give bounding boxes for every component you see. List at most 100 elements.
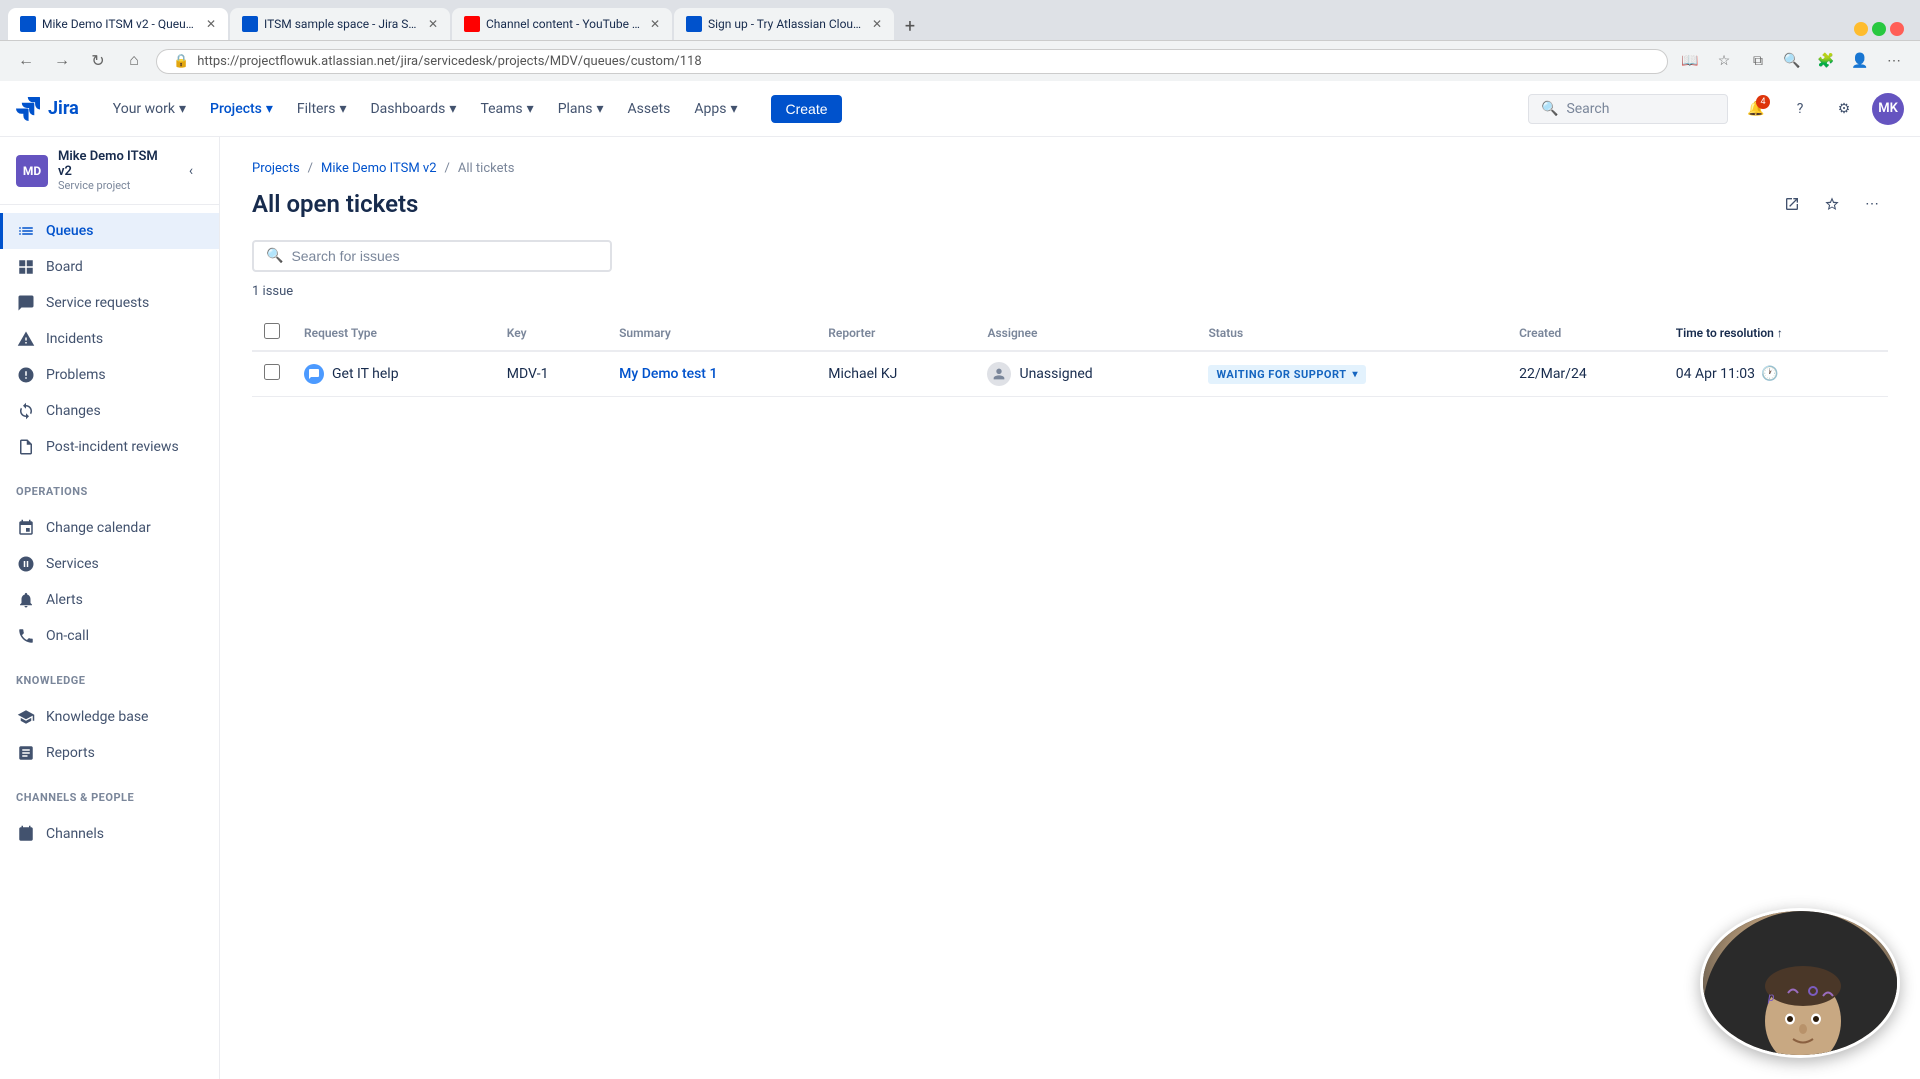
tab-favicon-3 [464, 16, 480, 32]
sidebar-item-label-change-calendar: Change calendar [46, 520, 151, 536]
reader-mode-icon[interactable]: 📖 [1676, 47, 1704, 75]
address-bar[interactable]: 🔒 https://projectflowuk.atlassian.net/ji… [156, 49, 1668, 74]
services-icon [16, 554, 36, 574]
nav-dashboards[interactable]: Dashboards ▾ [360, 95, 466, 123]
sidebar-item-label-board: Board [46, 259, 83, 275]
profile-icon[interactable]: 👤 [1846, 47, 1874, 75]
col-created[interactable]: Created [1507, 315, 1664, 351]
col-request-type[interactable]: Request Type [292, 315, 495, 351]
issue-link[interactable]: My Demo test 1 [619, 366, 717, 382]
topbar-nav: Your work ▾ Projects ▾ Filters ▾ Dashboa… [103, 95, 748, 123]
tab-close-3[interactable]: ✕ [650, 17, 660, 31]
home-button[interactable]: ⌂ [120, 47, 148, 75]
tab-close-4[interactable]: ✕ [872, 17, 882, 31]
col-key[interactable]: Key [495, 315, 607, 351]
request-type-display: Get IT help [304, 364, 483, 384]
sidebar-item-problems[interactable]: Problems [0, 357, 219, 393]
sidebar-item-alerts[interactable]: Alerts [0, 582, 219, 618]
new-tab-button[interactable]: + [896, 12, 924, 40]
more-icon[interactable]: ⋯ [1880, 47, 1908, 75]
select-all-checkbox[interactable] [264, 323, 280, 339]
webcam-face: p [1703, 911, 1897, 1055]
status-dropdown-arrow: ▾ [1353, 369, 1359, 380]
chevron-down-icon: ▾ [179, 101, 186, 117]
help-button[interactable]: ? [1784, 93, 1816, 125]
sidebar-item-reports[interactable]: Reports [0, 735, 219, 771]
breadcrumb-sep-1: / [308, 161, 313, 176]
incidents-icon [16, 329, 36, 349]
browser-tab-3[interactable]: Channel content - YouTube Stu... ✕ [452, 8, 672, 40]
search-issues-input[interactable] [291, 248, 598, 264]
sidebar-item-label-queues: Queues [46, 223, 93, 239]
row-summary-cell: My Demo test 1 [607, 351, 816, 397]
notifications-button[interactable]: 🔔 4 [1740, 93, 1772, 125]
sidebar-item-incidents[interactable]: Incidents [0, 321, 219, 357]
nav-filters[interactable]: Filters ▾ [287, 95, 357, 123]
close-button[interactable] [1890, 22, 1904, 36]
nav-teams[interactable]: Teams ▾ [470, 95, 543, 123]
sidebar-item-change-calendar[interactable]: Change calendar [0, 510, 219, 546]
nav-projects[interactable]: Projects ▾ [200, 95, 283, 123]
sidebar-collapse-button[interactable]: ‹ [179, 159, 203, 183]
sidebar-item-channels[interactable]: Channels [0, 816, 219, 852]
knowledge-nav: Knowledge base Reports [0, 691, 219, 779]
breadcrumb-projects[interactable]: Projects [252, 161, 300, 176]
star-button[interactable] [1816, 188, 1848, 220]
forward-button[interactable]: → [48, 47, 76, 75]
issues-search[interactable]: 🔍 [252, 240, 612, 272]
nav-apps[interactable]: Apps ▾ [684, 95, 747, 123]
time-display: 04 Apr 11:03 🕐 [1676, 366, 1876, 382]
reports-icon [16, 743, 36, 763]
col-status[interactable]: Status [1196, 315, 1507, 351]
breadcrumb-project[interactable]: Mike Demo ITSM v2 [321, 161, 436, 176]
sidebar-item-service-requests[interactable]: Service requests [0, 285, 219, 321]
tab-manager-icon[interactable]: ⧉ [1744, 47, 1772, 75]
browser-tab-1[interactable]: Mike Demo ITSM v2 - Queues -... ✕ [8, 8, 228, 40]
sidebar-item-board[interactable]: Board [0, 249, 219, 285]
col-reporter[interactable]: Reporter [816, 315, 975, 351]
tab-close-2[interactable]: ✕ [428, 17, 438, 31]
operations-section-title: OPERATIONS [0, 473, 219, 502]
sidebar-item-changes[interactable]: Changes [0, 393, 219, 429]
open-external-button[interactable] [1776, 188, 1808, 220]
settings-button[interactable]: ⚙ [1828, 93, 1860, 125]
nav-your-work[interactable]: Your work ▾ [103, 95, 196, 123]
channels-icon [16, 824, 36, 844]
chevron-down-icon: ▾ [266, 101, 273, 117]
status-text: WAITING FOR SUPPORT [1216, 368, 1346, 381]
col-time-to-resolution[interactable]: Time to resolution ↑ [1664, 315, 1888, 351]
col-summary[interactable]: Summary [607, 315, 816, 351]
nav-plans[interactable]: Plans ▾ [548, 95, 614, 123]
sidebar-item-knowledge-base[interactable]: Knowledge base [0, 699, 219, 735]
browser-tab-4[interactable]: Sign up - Try Atlassian Cloud | A... ✕ [674, 8, 894, 40]
create-button[interactable]: Create [771, 95, 841, 123]
maximize-button[interactable] [1872, 22, 1886, 36]
sidebar-item-queues[interactable]: Queues [0, 213, 219, 249]
sidebar-item-services[interactable]: Services [0, 546, 219, 582]
search-bar[interactable]: 🔍 Search [1528, 94, 1728, 124]
row-checkbox[interactable] [264, 364, 280, 380]
browser-tabs: Mike Demo ITSM v2 - Queues -... ✕ ITSM s… [0, 0, 1920, 40]
refresh-button[interactable]: ↻ [84, 47, 112, 75]
bookmark-icon[interactable]: ☆ [1710, 47, 1738, 75]
change-calendar-icon [16, 518, 36, 538]
extensions-icon[interactable]: 🧩 [1812, 47, 1840, 75]
col-assignee[interactable]: Assignee [975, 315, 1196, 351]
more-actions-button[interactable]: ⋯ [1856, 188, 1888, 220]
tab-close-1[interactable]: ✕ [206, 17, 216, 31]
sidebar-item-label-knowledge-base: Knowledge base [46, 709, 148, 725]
back-button[interactable]: ← [12, 47, 40, 75]
sidebar-item-post-incident[interactable]: Post-incident reviews [0, 429, 219, 465]
table-header: Request Type Key Summary Reporter Assign… [252, 315, 1888, 351]
help-icon: ? [1797, 101, 1804, 117]
sidebar-item-label-reports: Reports [46, 745, 95, 761]
app-logo[interactable]: Jira [16, 97, 79, 121]
zoom-icon[interactable]: 🔍 [1778, 47, 1806, 75]
browser-tab-2[interactable]: ITSM sample space - Jira Service... ✕ [230, 8, 450, 40]
nav-assets[interactable]: Assets [618, 95, 681, 123]
minimize-button[interactable] [1854, 22, 1868, 36]
user-avatar[interactable]: MK [1872, 93, 1904, 125]
sidebar-item-label-on-call: On-call [46, 628, 89, 644]
status-badge[interactable]: WAITING FOR SUPPORT ▾ [1208, 365, 1366, 384]
sidebar-item-on-call[interactable]: On-call [0, 618, 219, 654]
